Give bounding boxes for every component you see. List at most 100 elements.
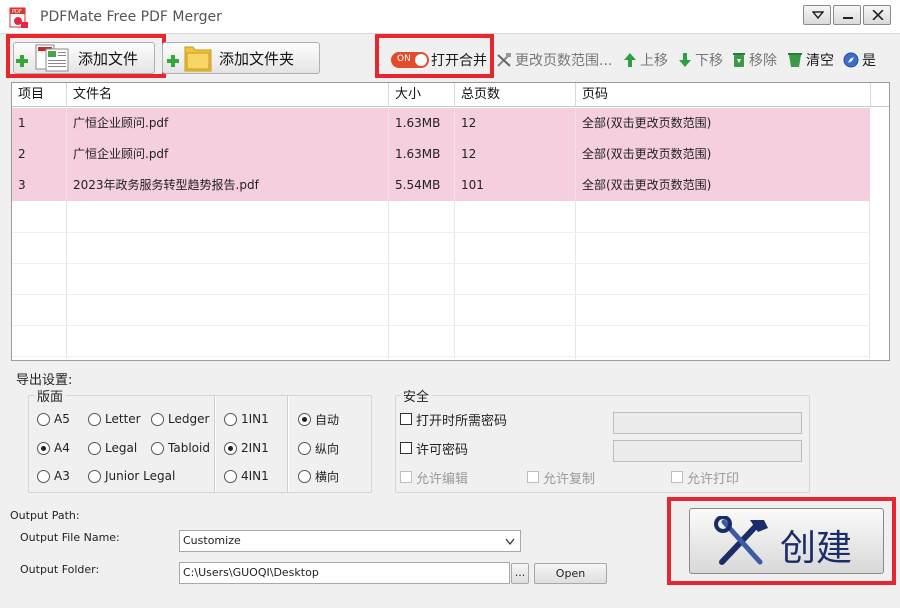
move-up-button[interactable]: 上移 xyxy=(623,50,668,70)
toggle-switch[interactable]: ON xyxy=(391,52,429,68)
browse-button[interactable]: ... xyxy=(511,563,529,584)
empty-column xyxy=(576,201,870,359)
cell-page-range[interactable]: 全部(双击更改页数范围) xyxy=(576,170,870,201)
checkbox-allow-edit[interactable]: 允许编辑 xyxy=(400,468,469,487)
radio-label: A4 xyxy=(54,441,70,455)
permission-password-field[interactable] xyxy=(613,440,802,462)
column-header-filename[interactable]: 文件名 xyxy=(67,83,389,107)
radio-orientation-auto[interactable]: 自动 xyxy=(298,410,339,428)
grid-line xyxy=(12,294,870,295)
radio-paper-ledger[interactable]: Ledger xyxy=(151,410,209,428)
title-bar: PDF PDFMate Free PDF Merger xyxy=(0,0,900,34)
open-folder-button[interactable]: Open xyxy=(534,563,607,584)
radio-dot xyxy=(88,469,101,483)
trash-icon xyxy=(788,53,802,67)
output-file-name-select[interactable]: Customize xyxy=(179,530,521,552)
empty-column xyxy=(455,201,576,359)
open-merge-toggle[interactable]: ON 打开合并 xyxy=(391,50,487,70)
table-row[interactable]: 1 广恒企业顾问.pdf 1.63MB 12 全部(双击更改页数范围) xyxy=(12,108,870,139)
divider xyxy=(287,396,289,492)
column-header-pages[interactable]: 总页数 xyxy=(455,83,576,107)
cell-page-range[interactable]: 全部(双击更改页数范围) xyxy=(576,139,870,170)
chevron-down-icon xyxy=(505,538,515,546)
empty-rows-area[interactable] xyxy=(12,201,870,359)
cell-size: 1.63MB xyxy=(389,108,455,139)
checkbox-box xyxy=(671,471,683,483)
output-folder-value: C:\Users\GUOQI\Desktop xyxy=(183,566,319,579)
checkbox-allow-print[interactable]: 允许打印 xyxy=(671,468,739,487)
checkbox-box xyxy=(527,471,539,483)
change-range-button[interactable]: 更改页数范围... xyxy=(496,50,612,70)
radio-label: A3 xyxy=(54,469,70,483)
menu-dropdown-button[interactable] xyxy=(803,5,831,25)
add-file-icon xyxy=(16,44,69,72)
cell-page-range[interactable]: 全部(双击更改页数范围) xyxy=(576,108,870,139)
output-folder-field[interactable]: C:\Users\GUOQI\Desktop xyxy=(179,562,510,584)
radio-paper-a4[interactable]: A4 xyxy=(37,439,70,457)
radio-orientation-portrait[interactable]: 纵向 xyxy=(298,439,339,457)
radio-paper-legal[interactable]: Legal xyxy=(88,439,137,457)
radio-nup-4in1[interactable]: 4IN1 xyxy=(224,467,269,485)
checkbox-label: 打开时所需密码 xyxy=(416,413,508,429)
cell-filename: 广恒企业顾问.pdf xyxy=(67,108,389,139)
radio-paper-a3[interactable]: A3 xyxy=(37,467,70,485)
toolbar: 添加文件 添加文件夹 ON 打开合并 更改页数范围... 上移 下移 移除 清空… xyxy=(0,34,900,80)
radio-label: 自动 xyxy=(315,412,340,427)
cell-filename: 广恒企业顾问.pdf xyxy=(67,139,389,170)
radio-paper-tabloid[interactable]: Tabloid xyxy=(151,439,210,457)
checkbox-permission-password[interactable]: 许可密码 xyxy=(400,439,469,458)
add-folder-icon xyxy=(167,46,212,72)
add-folder-label: 添加文件夹 xyxy=(219,49,295,68)
radio-dot xyxy=(151,441,164,455)
layout-legend: 版面 xyxy=(34,386,67,405)
create-button[interactable]: 创建 xyxy=(689,508,884,574)
column-header-page-range[interactable]: 页码 xyxy=(576,83,871,107)
clear-button[interactable]: 清空 xyxy=(787,50,834,70)
column-header-size[interactable]: 大小 xyxy=(389,83,455,107)
close-button[interactable] xyxy=(863,5,891,25)
radio-dot xyxy=(151,412,164,426)
radio-dot xyxy=(224,469,237,483)
radio-dot xyxy=(298,469,311,483)
yes-button[interactable]: 是 xyxy=(843,50,876,70)
remove-label: 移除 xyxy=(749,53,777,69)
toggle-on-text: ON xyxy=(397,54,411,64)
radio-label: Ledger xyxy=(168,412,210,426)
table-row[interactable]: 3 2023年政务服务转型趋势报告.pdf 5.54MB 101 全部(双击更改… xyxy=(12,170,870,201)
file-table[interactable]: 项目 文件名 大小 总页数 页码 1 广恒企业顾问.pdf 1.63MB 12 … xyxy=(11,82,890,361)
open-password-field[interactable] xyxy=(613,412,802,434)
radio-paper-junior-legal[interactable]: Junior Legal xyxy=(88,467,175,485)
checkbox-open-password[interactable]: 打开时所需密码 xyxy=(400,410,508,429)
empty-column xyxy=(389,201,455,359)
cell-pages: 101 xyxy=(455,170,576,201)
radio-paper-a5[interactable]: A5 xyxy=(37,410,70,428)
output-file-name-label: Output File Name: xyxy=(20,531,120,544)
output-folder-label: Output Folder: xyxy=(20,563,100,576)
arrow-up-icon xyxy=(624,53,636,67)
radio-nup-1in1[interactable]: 1IN1 xyxy=(224,410,269,428)
remove-button[interactable]: 移除 xyxy=(732,50,777,70)
move-down-button[interactable]: 下移 xyxy=(678,50,723,70)
checkbox-allow-copy[interactable]: 允许复制 xyxy=(527,468,595,487)
radio-label: A5 xyxy=(54,412,70,426)
column-header-item[interactable]: 项目 xyxy=(12,83,67,107)
minimize-button[interactable] xyxy=(833,5,861,25)
output-file-name-value: Customize xyxy=(183,534,241,547)
toggle-knob xyxy=(415,54,427,66)
radio-label: 1IN1 xyxy=(241,412,269,426)
clear-label: 清空 xyxy=(806,53,834,69)
table-row[interactable]: 2 广恒企业顾问.pdf 1.63MB 12 全部(双击更改页数范围) xyxy=(12,139,870,170)
radio-nup-2in1[interactable]: 2IN1 xyxy=(224,439,269,457)
add-folder-button[interactable]: 添加文件夹 xyxy=(162,42,320,74)
cell-pages: 12 xyxy=(455,139,576,170)
checkbox-label: 许可密码 xyxy=(416,442,469,458)
radio-paper-letter[interactable]: Letter xyxy=(88,410,141,428)
empty-column xyxy=(67,201,389,359)
radio-orientation-landscape[interactable]: 横向 xyxy=(298,467,339,485)
cell-pages: 12 xyxy=(455,108,576,139)
app-title: PDFMate Free PDF Merger xyxy=(40,9,222,25)
checkbox-label: 允许编辑 xyxy=(416,471,469,487)
radio-dot xyxy=(37,412,50,426)
add-file-button[interactable]: 添加文件 xyxy=(13,42,155,74)
grid-line xyxy=(12,232,870,233)
